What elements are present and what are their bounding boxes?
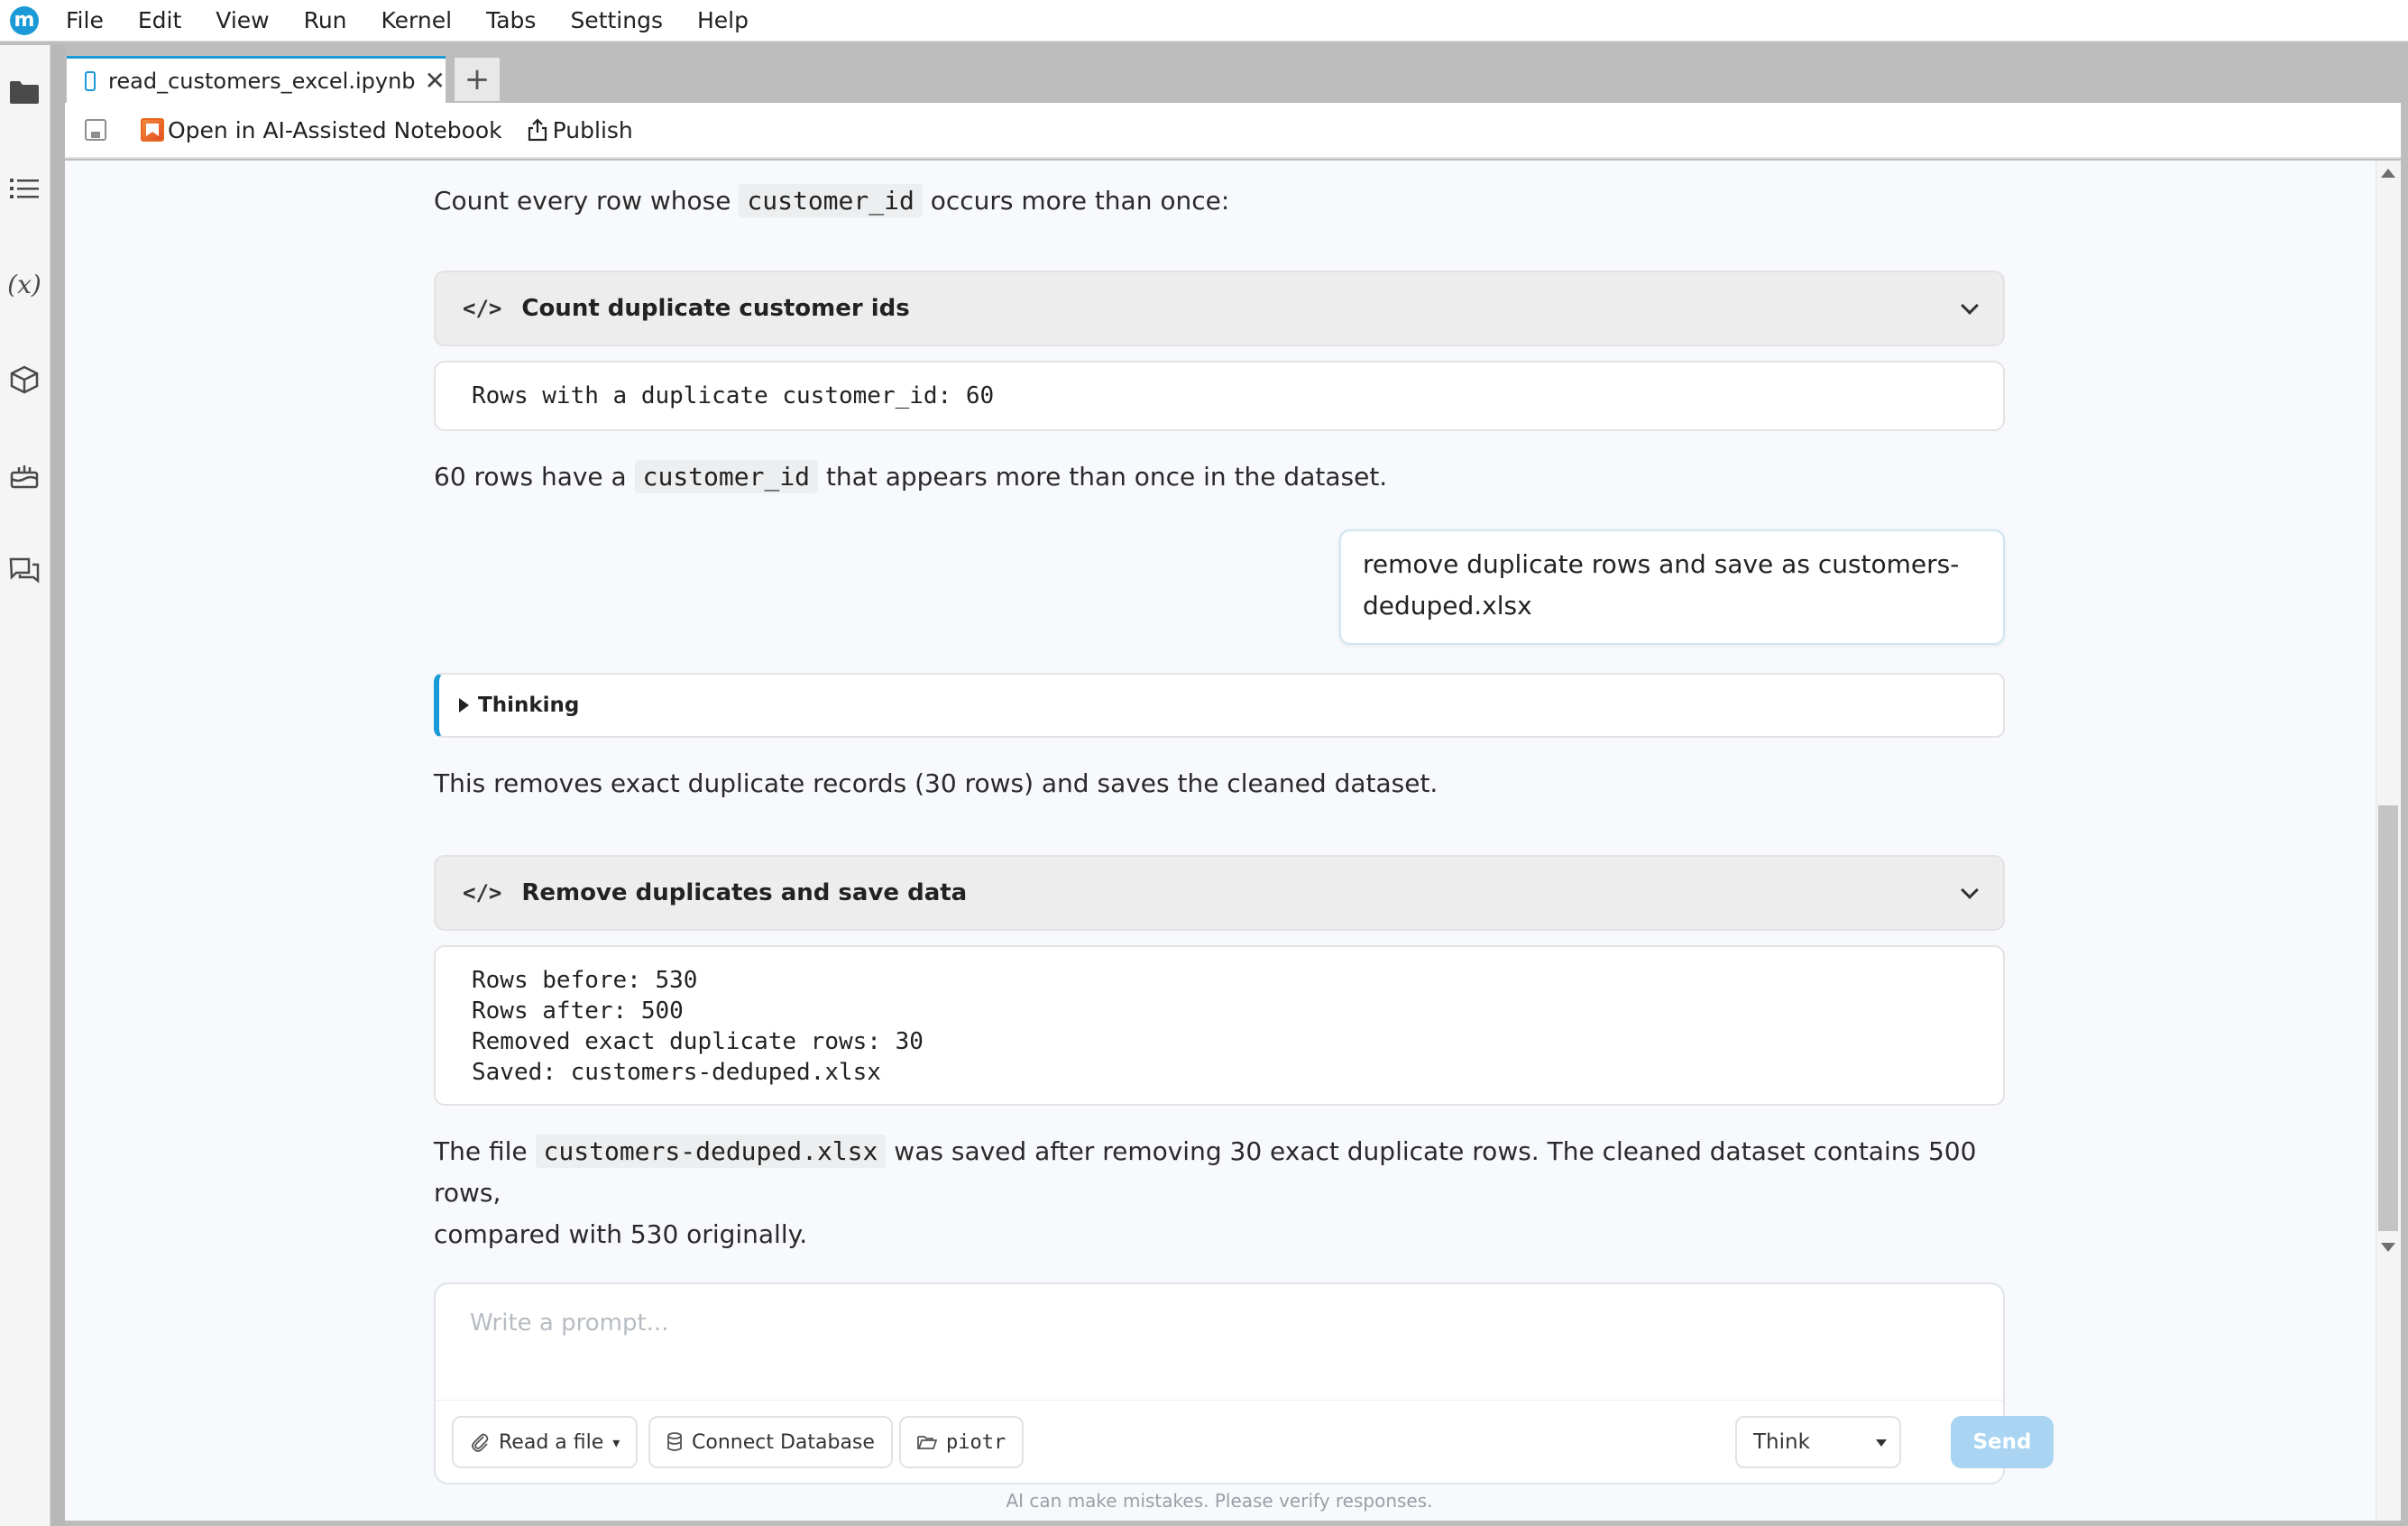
output-line: Saved: customers-deduped.xlsx — [472, 1059, 881, 1086]
summary2-before: The file — [434, 1136, 536, 1166]
intro-text-after: occurs more than once: — [922, 186, 1230, 216]
app-logo: m — [10, 5, 39, 35]
prompt-input[interactable] — [437, 1286, 2001, 1400]
chevron-down-icon[interactable] — [1961, 297, 1979, 315]
read-file-label: Read a file — [499, 1430, 604, 1454]
read-file-button[interactable]: Read a file ▾ — [452, 1416, 639, 1468]
notebook-area: Count every row whose customer_id occurs… — [65, 161, 2376, 1521]
menu-view[interactable]: View — [216, 7, 269, 33]
menu-help[interactable]: Help — [697, 7, 749, 33]
chat-icon[interactable] — [7, 554, 41, 588]
summary-text-2: The file customers-deduped.xlsx was save… — [434, 1131, 2005, 1255]
inline-code: customer_id — [634, 460, 819, 493]
summary2-line1: The file customers-deduped.xlsx was save… — [434, 1131, 2005, 1214]
summary1-before: 60 rows have a — [434, 462, 635, 492]
folder-button[interactable]: piotr — [899, 1416, 1025, 1468]
output-line: Removed exact duplicate rows: 30 — [472, 1028, 924, 1055]
mode-select-value: Think — [1753, 1430, 1810, 1454]
scrollbar-thumb[interactable] — [2378, 805, 2398, 1231]
share-icon — [528, 118, 547, 142]
left-sidebar: (x) — [0, 45, 51, 1526]
user-message-bubble: remove duplicate rows and save as custom… — [1339, 529, 2005, 645]
thinking-disclosure[interactable]: Thinking — [434, 673, 2005, 738]
scroll-up-arrow-icon[interactable] — [2381, 169, 2395, 178]
package-icon[interactable] — [7, 363, 41, 397]
mode-select[interactable]: Think — [1735, 1416, 1901, 1468]
output-line: Rows before: 530 — [472, 967, 698, 994]
connect-database-button[interactable]: Connect Database — [648, 1416, 893, 1468]
notebook-file-icon — [85, 70, 97, 91]
tab-strip: read_customers_excel.ipynb ✕ + — [65, 45, 2401, 103]
cell-output-count-duplicates: Rows with a duplicate customer_id: 60 — [434, 361, 2005, 431]
list-icon[interactable] — [7, 171, 41, 206]
inline-code: customer_id — [739, 184, 923, 217]
explain-text: This removes exact duplicate records (30… — [434, 763, 1438, 804]
sidebar-divider — [51, 45, 65, 1526]
connect-database-label: Connect Database — [692, 1430, 875, 1454]
prompt-composer: Read a file ▾ Connect Database piotr Thi… — [434, 1282, 2054, 1485]
menu-edit[interactable]: Edit — [138, 7, 181, 33]
database-icon — [667, 1432, 682, 1451]
chevron-down-icon[interactable] — [1961, 881, 1979, 899]
variable-icon[interactable]: (x) — [5, 267, 44, 301]
menu-settings[interactable]: Settings — [570, 7, 663, 33]
explain-text-content: This removes exact duplicate records (30… — [434, 768, 1438, 798]
composer-divider — [436, 1400, 2003, 1401]
cake-icon[interactable] — [7, 458, 41, 492]
summary-text-1: 60 rows have a customer_id that appears … — [434, 456, 1387, 498]
menu-kernel[interactable]: Kernel — [381, 7, 453, 33]
ai-notebook-icon — [141, 118, 164, 142]
notebook-toolbar: Open in AI-Assisted Notebook Publish — [65, 103, 2401, 159]
code-icon: </> — [463, 880, 502, 905]
folder-icon[interactable] — [7, 75, 41, 109]
summary2-line2: compared with 530 originally. — [434, 1219, 808, 1249]
intro-text-before: Count every row whose — [434, 186, 740, 216]
code-cell-header-remove-duplicates[interactable]: </> Remove duplicates and save data — [434, 855, 2005, 931]
disclaimer-text: AI can make mistakes. Please verify resp… — [1006, 1490, 1433, 1512]
output-line: Rows after: 500 — [472, 997, 684, 1025]
caret-down-icon — [1876, 1439, 1887, 1447]
folder-label: piotr — [946, 1430, 1006, 1454]
user-message-text: remove duplicate rows and save as custom… — [1363, 549, 1960, 621]
tab-label: read_customers_excel.ipynb — [108, 68, 416, 94]
scroll-down-arrow-icon[interactable] — [2381, 1243, 2395, 1252]
output-line: Rows with a duplicate customer_id: 60 — [472, 382, 995, 409]
new-tab-button[interactable]: + — [455, 58, 500, 101]
menu-bar: m File Edit View Run Kernel Tabs Setting… — [0, 0, 2408, 41]
close-icon[interactable]: ✕ — [425, 66, 446, 96]
summary1-after: that appears more than once in the datas… — [818, 462, 1388, 492]
code-icon: </> — [463, 296, 502, 321]
thinking-label: Thinking — [478, 694, 580, 717]
menu-run[interactable]: Run — [304, 7, 347, 33]
paperclip-icon — [472, 1433, 489, 1452]
inline-code: customers-deduped.xlsx — [535, 1135, 887, 1168]
open-ai-notebook-button[interactable]: Open in AI-Assisted Notebook — [141, 117, 502, 143]
menu-file[interactable]: File — [66, 7, 104, 33]
menu-tabs[interactable]: Tabs — [486, 7, 536, 33]
cell-title: Remove duplicates and save data — [521, 879, 968, 906]
folder-open-icon — [917, 1436, 937, 1449]
publish-button[interactable]: Publish — [528, 117, 633, 143]
send-button[interactable]: Send — [1951, 1416, 2054, 1468]
triangle-right-icon — [459, 698, 469, 712]
caret-down-icon: ▾ — [612, 1433, 620, 1451]
code-cell-header-count-duplicates[interactable]: </> Count duplicate customer ids — [434, 271, 2005, 346]
open-ai-notebook-label: Open in AI-Assisted Notebook — [168, 116, 502, 143]
notebook-tab[interactable]: read_customers_excel.ipynb ✕ — [67, 56, 446, 103]
publish-label: Publish — [552, 116, 633, 143]
cell-output-remove-duplicates: Rows before: 530 Rows after: 500 Removed… — [434, 945, 2005, 1106]
cell-title: Count duplicate customer ids — [521, 295, 910, 322]
save-icon[interactable] — [85, 119, 106, 141]
intro-text: Count every row whose customer_id occurs… — [434, 180, 1229, 222]
